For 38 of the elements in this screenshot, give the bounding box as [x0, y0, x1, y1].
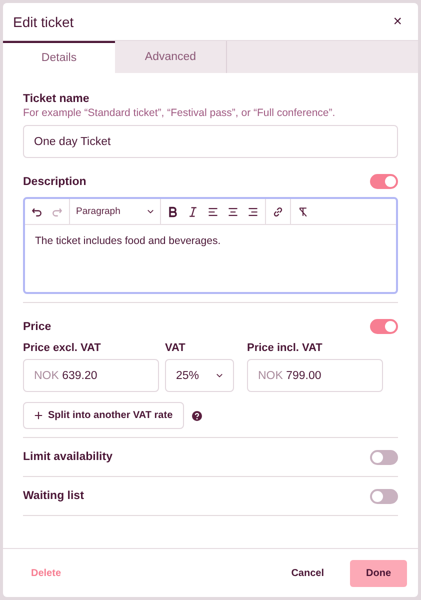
block-format-dropdown[interactable]: Paragraph [76, 206, 120, 217]
plus-icon [34, 411, 43, 420]
italic-icon[interactable] [187, 206, 199, 218]
setting-label: Waiting list [23, 490, 84, 502]
dialog-title: Edit ticket [13, 14, 74, 30]
toggle-switch[interactable] [370, 319, 398, 334]
setting-label: Limit availability [23, 451, 112, 463]
chevron-icon [216, 373, 223, 378]
cancel-button[interactable]: Cancel [281, 560, 334, 586]
toggle-switch[interactable] [370, 174, 398, 189]
field-label: Price excl. VAT [23, 342, 102, 354]
link-icon[interactable] [272, 206, 284, 218]
ticket-name-field[interactable]: One day Ticket [23, 125, 398, 158]
field-hint: For example “Standard ticket”, “Festival pass”, or “Full conference”. [23, 107, 336, 119]
section-label: Price [23, 320, 52, 332]
align-right-icon[interactable] [247, 206, 259, 218]
toggle-switch[interactable] [370, 488, 398, 504]
rich-text-editor[interactable]: Paragraph The ticket includes food and beverages. [23, 197, 398, 294]
align-left-icon[interactable] [207, 206, 219, 218]
align-center-icon[interactable] [227, 206, 239, 218]
price-field[interactable]: NOK 639.20 [23, 359, 159, 392]
undo-icon[interactable] [31, 206, 43, 218]
clear-format-icon[interactable] [297, 206, 309, 218]
chevron-icon[interactable] [147, 209, 154, 214]
editor-text: The ticket includes food and beverages. [34, 234, 222, 249]
toggle-switch[interactable] [370, 450, 398, 464]
field-label: Price incl. VAT [247, 342, 324, 354]
help-icon[interactable] [192, 410, 202, 420]
close-button[interactable]: × [389, 13, 406, 30]
field-label: VAT [165, 342, 186, 354]
split-vat-button[interactable]: Split into another VAT rate [23, 402, 184, 429]
field-label: Ticket name [23, 93, 90, 105]
vat-dropdown[interactable]: 25% [165, 359, 234, 392]
bold-icon[interactable] [167, 206, 179, 218]
price-field[interactable]: NOK 799.00 [247, 359, 383, 392]
done-button[interactable]: Done [350, 560, 407, 586]
tab[interactable]: Details [3, 41, 115, 73]
section-label: Description [23, 176, 86, 188]
